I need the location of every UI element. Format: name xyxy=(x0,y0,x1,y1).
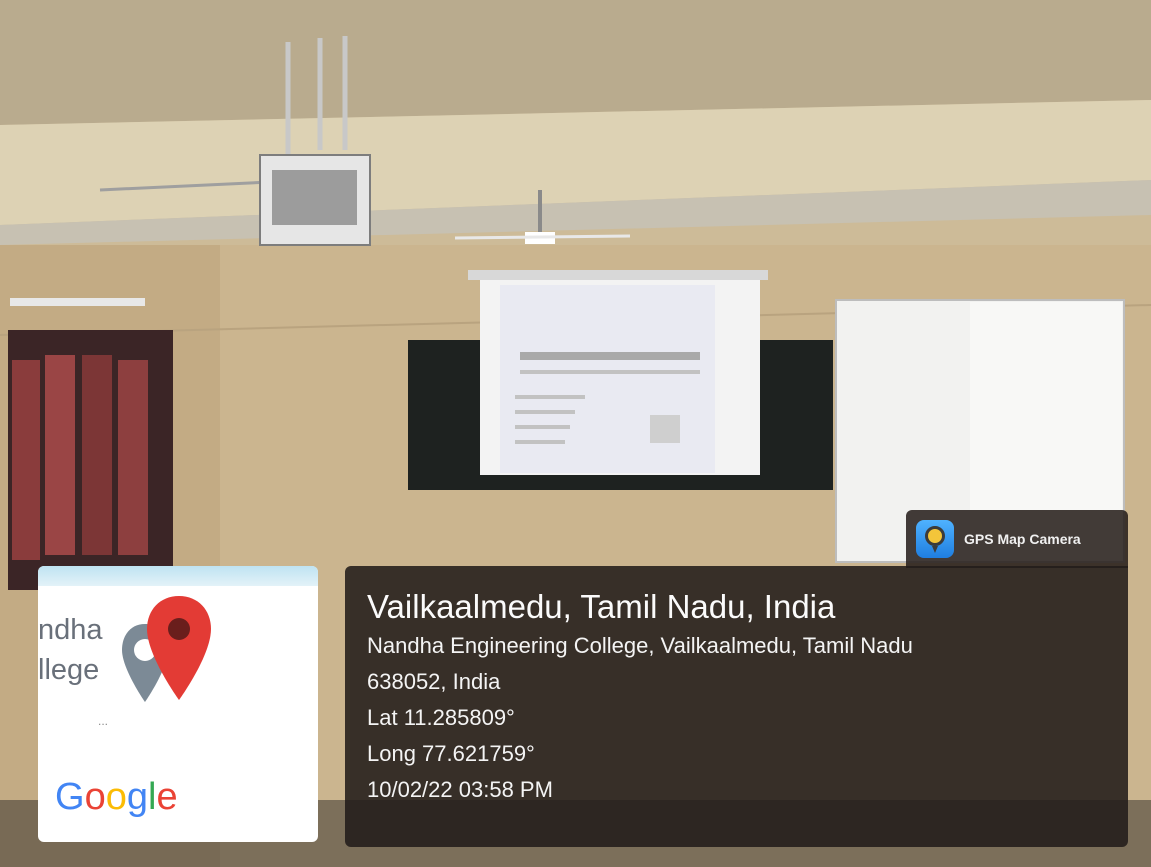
gps-map-camera-icon xyxy=(916,520,954,558)
gps-map-camera-badge: GPS Map Camera xyxy=(906,510,1128,568)
address-line-2: 638052, India xyxy=(367,669,501,694)
map-dots: ... xyxy=(98,714,109,728)
map-place-label-line2: llege xyxy=(38,654,100,686)
location-title: Vailkaalmedu, Tamil Nadu, India xyxy=(367,588,836,625)
datetime: 10/02/22 03:58 PM xyxy=(367,777,553,802)
map-thumbnail: ndha llege ... Google xyxy=(38,566,318,842)
map-pin-icon xyxy=(147,596,211,700)
location-info-panel: Vailkaalmedu, Tamil Nadu, India Nandha E… xyxy=(345,566,1128,847)
google-logo: Google xyxy=(55,776,178,818)
latitude: Lat 11.285809° xyxy=(367,705,515,730)
longitude: Long 77.621759° xyxy=(367,741,535,766)
map-road xyxy=(38,566,318,586)
map-place-label-line1: ndha xyxy=(38,614,103,646)
badge-label: GPS Map Camera xyxy=(964,531,1081,547)
address-line-1: Nandha Engineering College, Vailkaalmedu… xyxy=(367,633,913,658)
